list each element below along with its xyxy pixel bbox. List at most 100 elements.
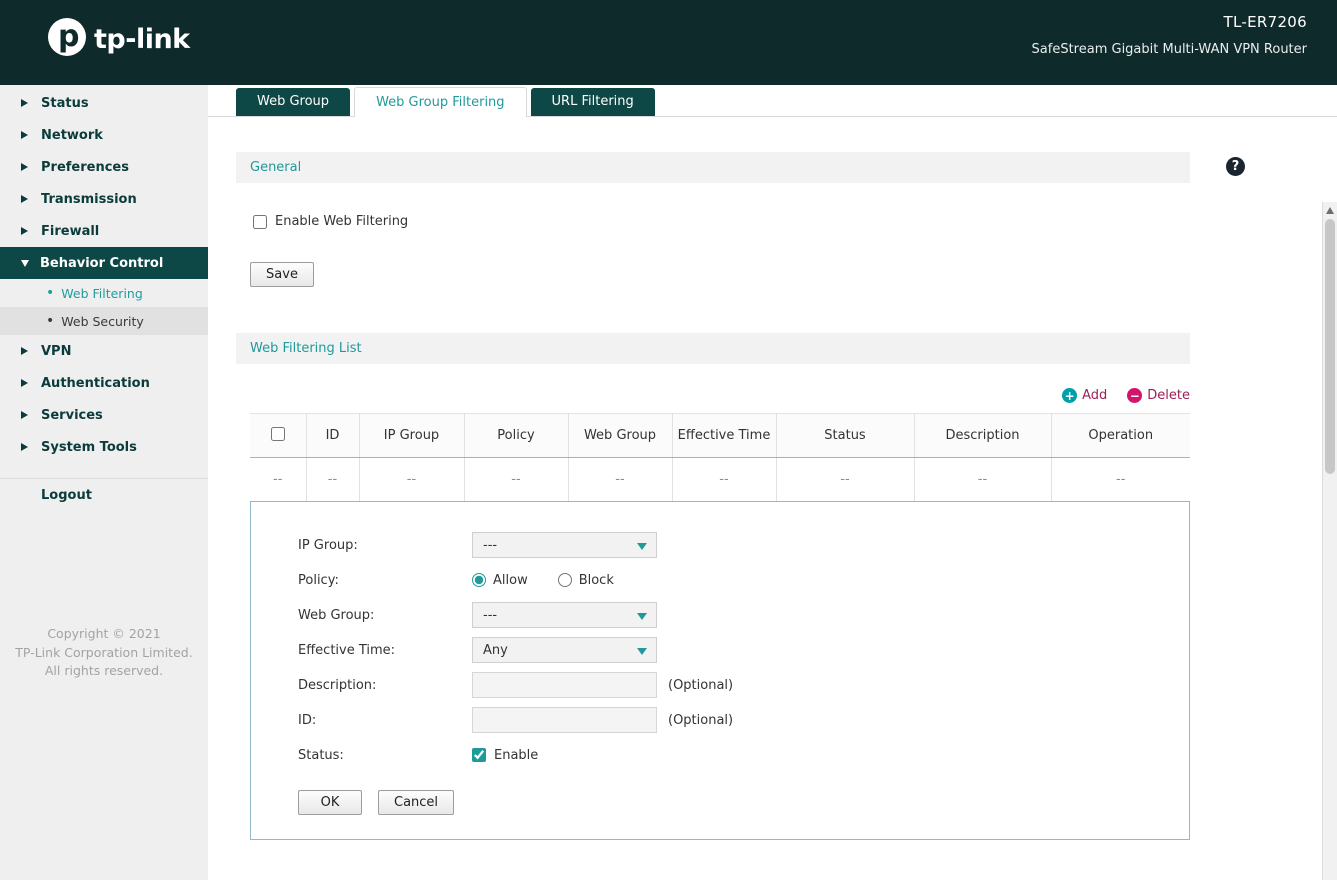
- column-header-policy: Policy: [463, 413, 568, 458]
- logout-button[interactable]: Logout: [0, 479, 208, 511]
- column-header-id: ID: [305, 413, 359, 458]
- chevron-down-icon: [21, 259, 29, 267]
- delete-minus-icon: −: [1127, 388, 1143, 403]
- delete-label: Delete: [1147, 388, 1190, 403]
- tp-link-logo[interactable]: p tp-link: [48, 18, 190, 60]
- empty-cell: --: [567, 457, 672, 501]
- empty-cell: --: [463, 457, 568, 501]
- top-banner: p tp-link TL-ER7206 SafeStream Gigabit M…: [0, 0, 1337, 85]
- chevron-right-icon: [21, 163, 28, 171]
- id-input[interactable]: [472, 707, 657, 733]
- sidebar-item-behavior-control[interactable]: Behavior Control: [0, 247, 208, 279]
- effective-time-selected-value: Any: [483, 642, 508, 658]
- sidebar-item-network[interactable]: Network: [0, 119, 208, 151]
- device-model: TL-ER7206: [1223, 13, 1307, 31]
- table-header-row: ID IP Group Policy Web Group Effective T…: [250, 413, 1190, 458]
- empty-cell: --: [273, 471, 283, 487]
- save-button[interactable]: Save: [250, 262, 314, 287]
- column-header-status: Status: [775, 413, 914, 458]
- ip-group-select[interactable]: ---: [472, 532, 657, 558]
- web-group-label: Web Group:: [298, 607, 375, 623]
- description-input[interactable]: [472, 672, 657, 698]
- status-enable-checkbox[interactable]: [472, 748, 486, 762]
- chevron-right-icon: [21, 379, 28, 387]
- sidebar-subitem-web-security[interactable]: • Web Security: [0, 307, 208, 335]
- tab-label: Web Group Filtering: [376, 95, 505, 110]
- tab-web-group-filtering[interactable]: Web Group Filtering: [354, 87, 527, 117]
- entry-form-panel: IP Group: --- Policy: Allow Block Web Gr…: [250, 500, 1190, 840]
- web-filtering-table: ID IP Group Policy Web Group Effective T…: [250, 413, 1190, 501]
- section-header-web-filtering-list: Web Filtering List: [236, 333, 1190, 364]
- policy-block-radio[interactable]: Block: [557, 572, 614, 588]
- chevron-right-icon: [21, 411, 28, 419]
- chevron-down-icon: [637, 648, 647, 655]
- sidebar-item-label: Firewall: [41, 223, 100, 239]
- sidebar-item-label: Network: [41, 127, 103, 143]
- tab-web-group[interactable]: Web Group: [236, 88, 351, 116]
- scroll-up-arrow-icon[interactable]: [1326, 207, 1334, 214]
- policy-block-label: Block: [578, 572, 614, 588]
- column-header-ip-group: IP Group: [358, 413, 464, 458]
- sidebar-item-label: Authentication: [41, 375, 150, 391]
- section-header-general: General: [236, 152, 1190, 183]
- description-optional-hint: (Optional): [668, 677, 734, 693]
- add-plus-icon: +: [1062, 388, 1078, 403]
- sidebar-subitem-label: Web Filtering: [61, 285, 143, 301]
- sidebar-item-vpn[interactable]: VPN: [0, 335, 208, 367]
- section-title: Web Filtering List: [250, 341, 362, 356]
- scrollbar-thumb[interactable]: [1325, 219, 1335, 474]
- status-enable-label: Enable: [494, 747, 539, 763]
- id-optional-hint: (Optional): [668, 712, 734, 728]
- add-button[interactable]: + Add: [1062, 388, 1107, 403]
- sidebar-item-services[interactable]: Services: [0, 399, 208, 431]
- cancel-button[interactable]: Cancel: [378, 789, 455, 815]
- chevron-right-icon: [21, 443, 28, 451]
- empty-cell: --: [671, 457, 776, 501]
- vertical-scrollbar[interactable]: [1322, 202, 1337, 880]
- policy-block-radio-input[interactable]: [557, 573, 572, 587]
- sidebar-item-status[interactable]: Status: [0, 87, 208, 119]
- enable-web-filtering-label: Enable Web Filtering: [275, 214, 409, 229]
- bullet-icon: •: [46, 285, 55, 301]
- description-label: Description:: [298, 677, 377, 693]
- bullet-icon: •: [46, 313, 55, 329]
- chevron-down-icon: [637, 543, 647, 550]
- table-row: -- -- -- -- -- -- -- -- --: [250, 457, 1190, 501]
- policy-allow-radio[interactable]: Allow: [472, 573, 528, 588]
- policy-label: Policy:: [298, 572, 339, 588]
- empty-cell: --: [913, 457, 1051, 501]
- ok-button[interactable]: OK: [298, 789, 362, 815]
- sidebar-item-system-tools[interactable]: System Tools: [0, 431, 208, 463]
- tab-url-filtering[interactable]: URL Filtering: [530, 88, 655, 116]
- logout-label: Logout: [41, 487, 92, 503]
- sidebar-item-label: System Tools: [41, 439, 137, 455]
- policy-allow-label: Allow: [493, 572, 528, 588]
- sidebar-item-label: Behavior Control: [40, 255, 164, 271]
- chevron-right-icon: [21, 347, 28, 355]
- chevron-right-icon: [21, 227, 28, 235]
- column-header-effective-time: Effective Time: [671, 413, 776, 458]
- empty-cell: --: [305, 457, 359, 501]
- enable-web-filtering-checkbox[interactable]: [253, 214, 267, 229]
- chevron-right-icon: [21, 99, 28, 107]
- ip-group-selected-value: ---: [483, 537, 498, 553]
- sidebar-item-preferences[interactable]: Preferences: [0, 151, 208, 183]
- sidebar-item-transmission[interactable]: Transmission: [0, 183, 208, 215]
- sidebar-item-firewall[interactable]: Firewall: [0, 215, 208, 247]
- effective-time-select[interactable]: Any: [472, 637, 657, 663]
- sidebar-item-authentication[interactable]: Authentication: [0, 367, 208, 399]
- web-group-select[interactable]: ---: [472, 602, 657, 628]
- sidebar-item-label: Status: [41, 95, 89, 111]
- select-all-checkbox[interactable]: [270, 426, 285, 441]
- sidebar-item-label: Preferences: [41, 159, 129, 175]
- sidebar-subitem-web-filtering[interactable]: • Web Filtering: [0, 279, 208, 307]
- status-enable-checkbox-group[interactable]: Enable: [472, 748, 538, 763]
- delete-button[interactable]: − Delete: [1127, 388, 1190, 403]
- status-label: Status:: [298, 747, 344, 763]
- empty-cell: --: [775, 457, 914, 501]
- chevron-right-icon: [21, 195, 28, 203]
- sidebar-item-label: Services: [41, 407, 103, 423]
- sidebar: Status Network Preferences Transmission …: [0, 85, 208, 880]
- policy-allow-radio-input[interactable]: [472, 573, 486, 587]
- sidebar-item-label: VPN: [41, 343, 72, 359]
